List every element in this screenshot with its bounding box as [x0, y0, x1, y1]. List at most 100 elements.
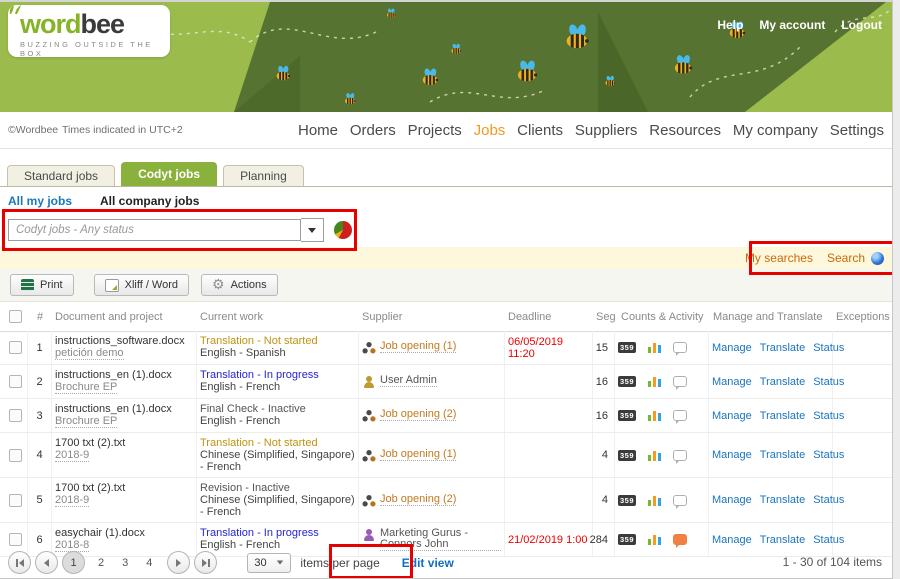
nav-item-clients[interactable]: Clients — [517, 122, 563, 139]
first-page-button[interactable] — [8, 551, 31, 574]
document-name[interactable]: 1700 txt (2).txt — [55, 437, 125, 449]
col-header-seg[interactable]: Seg — [593, 311, 615, 323]
comment-bubble-icon[interactable] — [673, 450, 687, 461]
page-size-select[interactable]: 30 — [247, 553, 291, 573]
activity-chart-icon[interactable] — [648, 410, 661, 421]
next-page-button[interactable] — [167, 551, 190, 574]
word-count-badge[interactable]: 359 — [618, 534, 636, 545]
activity-chart-icon[interactable] — [648, 376, 661, 387]
last-page-button[interactable] — [194, 551, 217, 574]
supplier-link[interactable]: Job opening (2) — [380, 494, 456, 506]
page-button-2[interactable]: 2 — [98, 557, 104, 569]
pie-chart-icon[interactable] — [334, 221, 352, 239]
nav-item-orders[interactable]: Orders — [350, 122, 396, 139]
col-header-exceptions[interactable]: Exceptions — [833, 311, 893, 323]
supplier-link[interactable]: User Admin — [380, 375, 437, 387]
activity-chart-icon[interactable] — [648, 534, 661, 545]
row-checkbox[interactable] — [9, 375, 22, 388]
print-button[interactable]: Print — [10, 274, 74, 296]
row-checkbox[interactable] — [9, 449, 22, 462]
document-name[interactable]: easychair (1).docx — [55, 527, 145, 539]
tab-standard-jobs[interactable]: Standard jobs — [7, 165, 115, 186]
translate-link[interactable]: Translate — [760, 534, 805, 546]
work-status[interactable]: Translation - Not started — [200, 437, 355, 449]
document-name[interactable]: instructions_en (1).docx — [55, 403, 172, 415]
select-all-checkbox[interactable] — [9, 310, 22, 323]
row-checkbox[interactable] — [9, 533, 22, 546]
help-link[interactable]: Help — [717, 18, 743, 32]
supplier-link[interactable]: Job opening (2) — [380, 409, 456, 421]
word-count-badge[interactable]: 359 — [618, 450, 636, 461]
col-header-counts[interactable]: Counts & Activity — [615, 311, 709, 323]
subtab-all-company-jobs[interactable]: All company jobs — [100, 194, 199, 208]
actions-button[interactable]: Actions — [201, 274, 278, 296]
comment-bubble-icon[interactable] — [673, 534, 687, 545]
word-count-badge[interactable]: 359 — [618, 495, 636, 506]
status-filter-select[interactable]: Codyt jobs - Any status — [8, 219, 301, 241]
nav-item-projects[interactable]: Projects — [408, 122, 462, 139]
activity-chart-icon[interactable] — [648, 495, 661, 506]
nav-item-settings[interactable]: Settings — [830, 122, 884, 139]
manage-link[interactable]: Manage — [712, 494, 752, 506]
project-name[interactable]: 2018-9 — [55, 450, 89, 462]
nav-item-my-company[interactable]: My company — [733, 122, 818, 139]
col-header-deadline[interactable]: Deadline — [505, 311, 593, 323]
page-button-3[interactable]: 3 — [122, 557, 128, 569]
my-account-link[interactable]: My account — [759, 18, 825, 32]
work-status[interactable]: Revision - Inactive — [200, 482, 355, 494]
search-globe-icon[interactable] — [871, 252, 884, 265]
row-checkbox[interactable] — [9, 494, 22, 507]
supplier-link[interactable]: Job opening (1) — [380, 341, 456, 353]
work-status[interactable]: Translation - In progress — [200, 527, 355, 539]
row-checkbox[interactable] — [9, 341, 22, 354]
comment-bubble-icon[interactable] — [673, 342, 687, 353]
document-name[interactable]: 1700 txt (2).txt — [55, 482, 125, 494]
manage-link[interactable]: Manage — [712, 342, 752, 354]
logout-link[interactable]: Logout — [841, 18, 882, 32]
document-name[interactable]: instructions_software.docx — [55, 335, 185, 347]
col-header-document[interactable]: Document and project — [52, 311, 197, 323]
page-button-1[interactable]: 1 — [62, 551, 85, 574]
comment-bubble-icon[interactable] — [673, 376, 687, 387]
project-name[interactable]: Brochure EP — [55, 382, 117, 394]
col-header-supplier[interactable]: Supplier — [359, 311, 505, 323]
work-status[interactable]: Translation - Not started — [200, 335, 355, 347]
translate-link[interactable]: Translate — [760, 494, 805, 506]
project-name[interactable]: Brochure EP — [55, 416, 117, 428]
activity-chart-icon[interactable] — [648, 342, 661, 353]
prev-page-button[interactable] — [35, 551, 58, 574]
work-status[interactable]: Final Check - Inactive — [200, 403, 355, 415]
work-status[interactable]: Translation - In progress — [200, 369, 355, 381]
tab-planning[interactable]: Planning — [223, 165, 304, 186]
search-link[interactable]: Search — [827, 251, 865, 265]
document-name[interactable]: instructions_en (1).docx — [55, 369, 172, 381]
row-checkbox[interactable] — [9, 409, 22, 422]
tab-codyt-jobs[interactable]: Codyt jobs — [121, 162, 217, 186]
word-count-badge[interactable]: 359 — [618, 342, 636, 353]
page-button-4[interactable]: 4 — [146, 557, 152, 569]
manage-link[interactable]: Manage — [712, 376, 752, 388]
nav-item-resources[interactable]: Resources — [649, 122, 721, 139]
nav-item-jobs[interactable]: Jobs — [474, 122, 506, 139]
nav-item-suppliers[interactable]: Suppliers — [575, 122, 638, 139]
translate-link[interactable]: Translate — [760, 376, 805, 388]
translate-link[interactable]: Translate — [760, 410, 805, 422]
project-name[interactable]: petición demo — [55, 348, 124, 360]
manage-link[interactable]: Manage — [712, 410, 752, 422]
my-searches-link[interactable]: My searches — [745, 251, 813, 265]
xliff-word-button[interactable]: Xliff / Word — [94, 274, 189, 296]
manage-link[interactable]: Manage — [712, 449, 752, 461]
translate-link[interactable]: Translate — [760, 449, 805, 461]
translate-link[interactable]: Translate — [760, 342, 805, 354]
comment-bubble-icon[interactable] — [673, 495, 687, 506]
col-header-num[interactable]: # — [28, 311, 52, 323]
col-header-current-work[interactable]: Current work — [197, 311, 359, 323]
project-name[interactable]: 2018-9 — [55, 495, 89, 507]
activity-chart-icon[interactable] — [648, 450, 661, 461]
word-count-badge[interactable]: 359 — [618, 410, 636, 421]
status-filter-dropdown-button[interactable] — [301, 218, 324, 242]
manage-link[interactable]: Manage — [712, 534, 752, 546]
edit-view-link[interactable]: Edit view — [402, 556, 454, 570]
comment-bubble-icon[interactable] — [673, 410, 687, 421]
word-count-badge[interactable]: 359 — [618, 376, 636, 387]
